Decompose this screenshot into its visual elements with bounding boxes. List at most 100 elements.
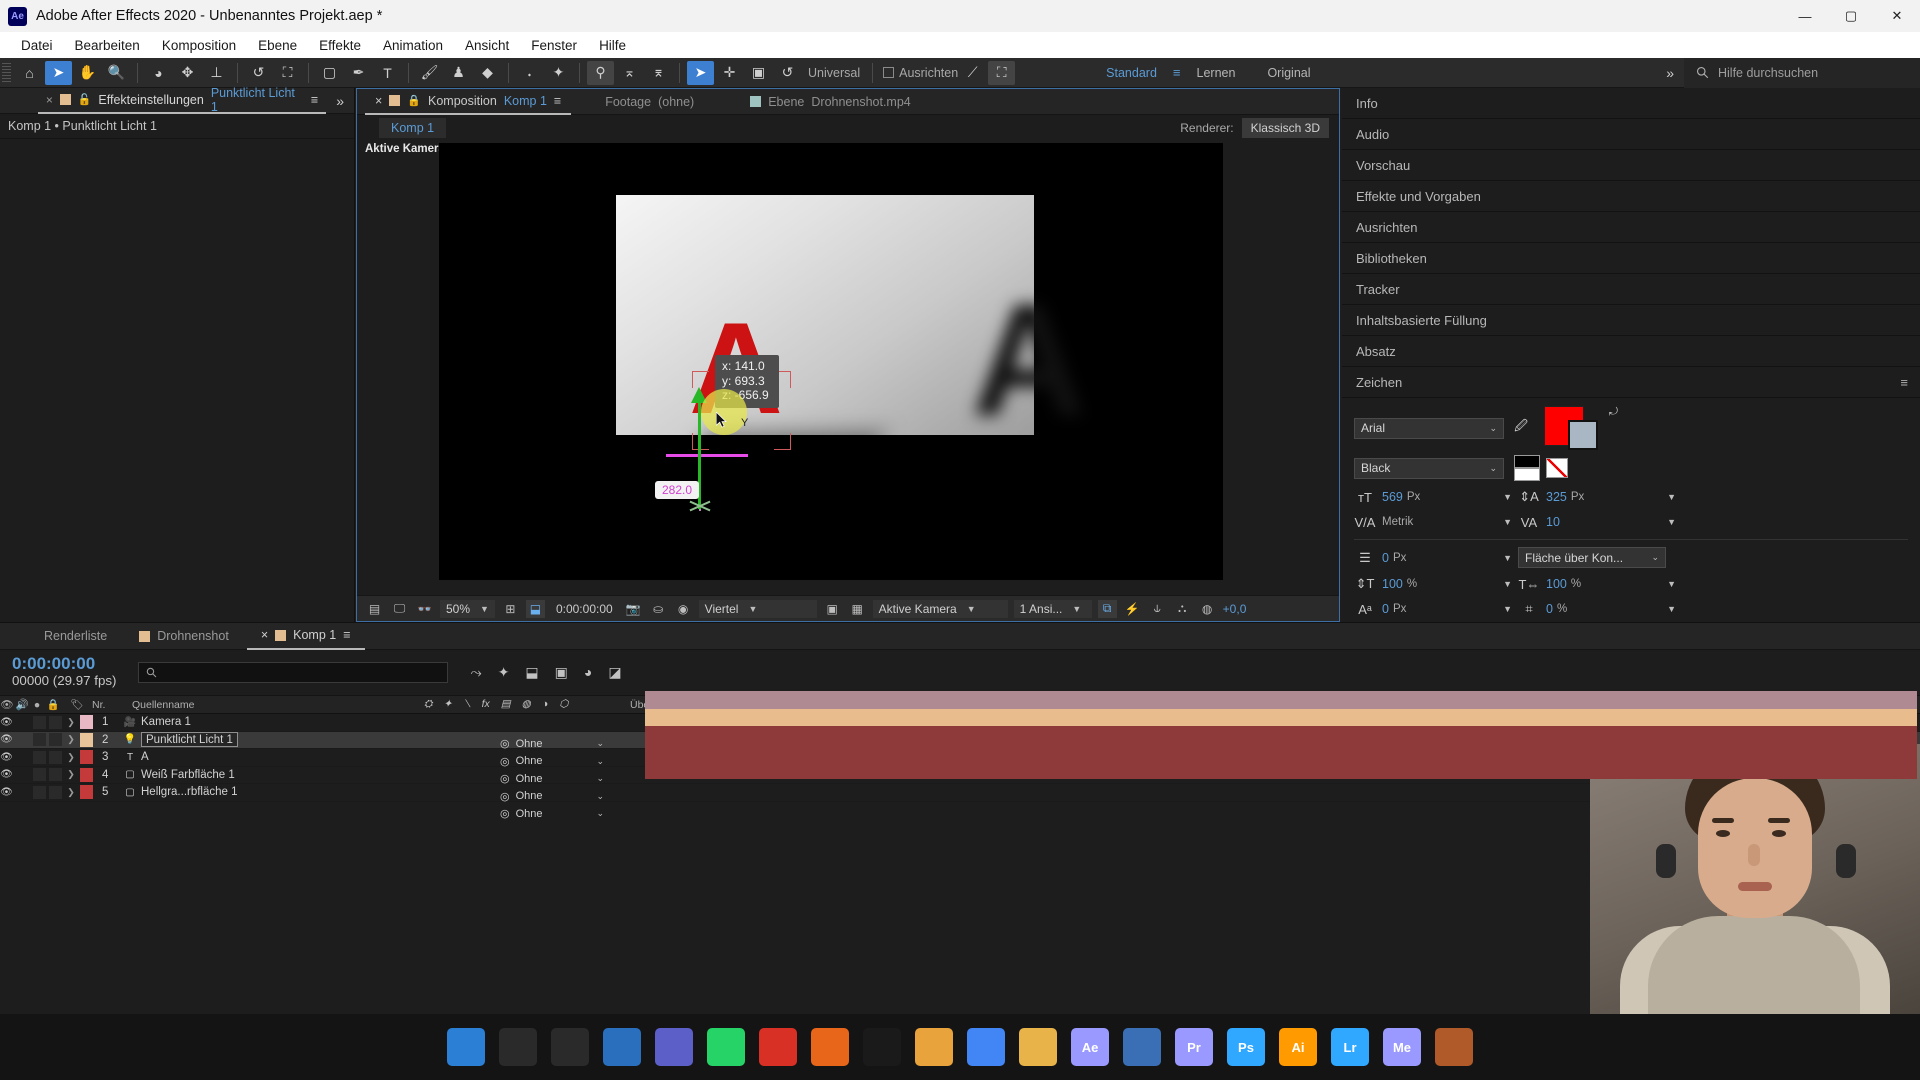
puppet-pin-tool-icon[interactable]: ✦ [545,61,572,85]
view-select[interactable]: Aktive Kamera ▼ [872,599,1008,618]
monitor-icon[interactable]: 🖵 [390,600,409,618]
label-color-swatch[interactable] [80,785,93,800]
rotate-axis-icon[interactable]: ↺ [774,61,801,85]
menu-item-bearbeiten[interactable]: Bearbeiten [64,35,151,56]
white-swatch[interactable] [1514,468,1540,481]
panel-vorschau[interactable]: Vorschau [1342,150,1920,181]
lock-icon[interactable]: 🔓 [78,93,92,106]
orbit-tool-icon[interactable]: ◕ [145,61,172,85]
panel-absatz[interactable]: Absatz [1342,336,1920,367]
current-timecode[interactable]: 0:00:00:00 [12,654,116,673]
chevron-down-icon[interactable]: ▼ [1667,492,1676,502]
anchor-point-tool-icon[interactable]: ⛶ [274,61,301,85]
photoshop-icon[interactable]: Ps [1227,1028,1265,1066]
timeline-tab-drohnenshot[interactable]: Drohnenshot [125,623,243,650]
folder-orange-icon[interactable] [915,1028,953,1066]
panel-inhaltsbasierte-f-llung[interactable]: Inhaltsbasierte Füllung [1342,305,1920,336]
solo-toggle[interactable] [33,733,46,747]
solo-toggle[interactable] [33,768,46,782]
teams-icon[interactable] [655,1028,693,1066]
menu-item-fenster[interactable]: Fenster [520,35,588,56]
layer-name[interactable]: A [141,751,149,763]
show-snapshot-icon[interactable]: ⛀ [649,600,668,618]
home-icon[interactable]: ⌂ [16,61,43,85]
parent-select[interactable]: ◎ Ohne ⌄ [500,753,630,771]
audacity-icon[interactable] [863,1028,901,1066]
app-blue-icon[interactable] [1123,1028,1161,1066]
eraser-tool-icon[interactable]: ◆ [474,61,501,85]
panel-audio[interactable]: Audio [1342,119,1920,150]
lock-toggle[interactable] [49,733,62,747]
target-icon[interactable] [759,1028,797,1066]
label-color-swatch[interactable] [80,750,93,765]
visibility-toggle[interactable]: 👁 [0,752,13,763]
menu-item-ebene[interactable]: Ebene [247,35,308,56]
solo-toggle[interactable] [33,715,46,729]
grid-guides-icon[interactable]: ⊞ [501,600,520,618]
roto-brush-tool-icon[interactable]: 𝆺 [516,61,543,85]
panel-tracker[interactable]: Tracker [1342,274,1920,305]
chevron-down-icon[interactable]: ▼ [1503,492,1512,502]
shape-tool-icon[interactable]: ▢ [316,61,343,85]
layer-duration-bar[interactable] [645,726,1917,744]
layer-name-input[interactable]: Punktlicht Licht 1 [141,732,238,748]
track-camera-icon[interactable]: ⌆ [645,61,672,85]
stroke-width-field[interactable]: 0 Px ▼ [1382,551,1512,565]
swap-colors-icon[interactable]: ⤾ [1609,406,1618,419]
solo-toggle[interactable] [33,785,46,799]
workspace-original[interactable]: Original [1251,66,1326,80]
layer-name[interactable]: Kamera 1 [141,716,191,728]
chevron-down-icon[interactable]: ▼ [1667,604,1676,614]
timeline-tab-komp-1[interactable]: × Komp 1 ≡ [246,623,365,650]
pickwhip-icon[interactable]: ◎ [500,807,510,820]
x-axis-handle[interactable] [666,454,748,457]
solo-toggle[interactable] [33,750,46,764]
pickwhip-icon[interactable]: ◎ [500,790,510,803]
lock-toggle[interactable] [49,750,62,764]
close-icon[interactable]: × [46,93,53,107]
pickwhip-icon[interactable]: ◎ [500,772,510,785]
universal-label[interactable]: Universal [808,66,860,80]
search-icon[interactable] [499,1028,537,1066]
menu-item-hilfe[interactable]: Hilfe [588,35,637,56]
chevron-down-icon[interactable]: ▼ [1503,604,1512,614]
visibility-toggle[interactable]: 👁 [0,717,13,728]
workspace-menu-icon[interactable]: ≡ [1173,65,1181,80]
chevron-down-icon[interactable]: ▼ [1667,517,1676,527]
menu-item-datei[interactable]: Datei [10,35,64,56]
transparency-grid-icon[interactable]: ▦ [848,600,867,618]
bounding-box-icon[interactable]: ▣ [745,61,772,85]
label-color-swatch[interactable] [80,732,93,747]
kerning-field[interactable]: Metrik ▼ [1382,516,1512,528]
unified-camera-icon[interactable]: ⚲ [587,60,614,85]
menu-item-ansicht[interactable]: Ansicht [454,35,520,56]
comp-flowchart-icon[interactable]: ⛬ [1173,600,1192,618]
zoom-select[interactable]: 50% ▼ [440,599,495,618]
layer-duration-bar[interactable] [645,761,1917,779]
expand-arrow-icon[interactable]: ❯ [62,752,80,763]
parent-select[interactable]: ◎ Ohne ⌄ [500,735,630,753]
chevron-down-icon[interactable]: ▼ [1503,517,1512,527]
timeline-tab-renderliste[interactable]: Renderliste [30,623,121,650]
3d-glasses-icon[interactable]: 👓 [415,600,434,618]
layer-duration-bar[interactable] [645,708,1917,726]
menu-item-animation[interactable]: Animation [372,35,454,56]
orbit-camera-icon[interactable]: ⌅ [616,61,643,85]
widgets-icon[interactable] [603,1028,641,1066]
panel-bibliotheken[interactable]: Bibliotheken [1342,243,1920,274]
font-style-select[interactable]: Black ⌄ [1354,457,1504,479]
after-effects-icon[interactable]: Ae [1071,1028,1109,1066]
snap-checkbox[interactable] [883,67,895,78]
workspace-lernen[interactable]: Lernen [1181,66,1252,80]
composition-mini-flowchart-icon[interactable]: ⤳ [470,664,481,681]
firefox-icon[interactable] [811,1028,849,1066]
viewer-timecode[interactable]: 0:00:00:00 [551,602,618,616]
layer-search-input[interactable] [138,662,449,683]
tracking-field[interactable]: 10 ▼ [1546,515,1676,529]
composition-stage[interactable]: A A x: 141.0 y: 693.3 z: -656.9 Y [439,143,1223,580]
menu-item-effekte[interactable]: Effekte [308,35,372,56]
tsume-field[interactable]: 0 % ▼ [1546,602,1676,616]
resolution-select[interactable]: Viertel ▼ [698,599,817,618]
layer-duration-bar[interactable] [645,743,1917,761]
expand-arrow-icon[interactable]: ❯ [62,769,80,780]
